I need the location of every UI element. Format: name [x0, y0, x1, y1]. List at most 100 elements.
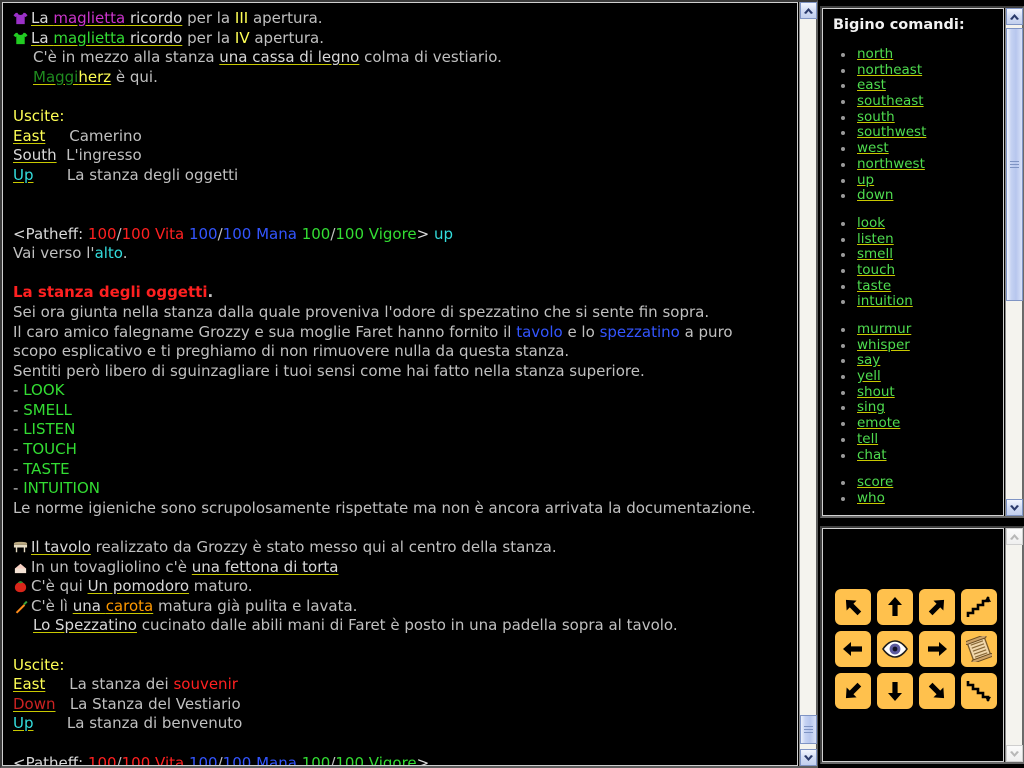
command-list-item: southeast: [831, 94, 997, 110]
game-text-span: TOUCH: [23, 440, 77, 458]
command-link-intuition[interactable]: intuition: [857, 293, 913, 309]
game-text-span: >: [417, 754, 430, 766]
nav-button-northwest[interactable]: [835, 589, 871, 625]
command-link-yell[interactable]: yell: [857, 368, 881, 384]
command-link-northeast[interactable]: northeast: [857, 62, 922, 78]
game-text-link[interactable]: La: [31, 29, 53, 47]
game-text-link[interactable]: Down: [13, 695, 56, 713]
command-list-item: touch: [831, 263, 997, 279]
game-text-span: per la: [182, 29, 235, 47]
game-text-link[interactable]: Lo Spezzatino: [33, 616, 137, 634]
commands-scroll-up-button[interactable]: [1006, 8, 1023, 25]
command-link-smell[interactable]: smell: [857, 246, 893, 262]
command-link-listen[interactable]: listen: [857, 231, 894, 247]
command-group-3: scorewho: [831, 475, 997, 506]
nav-scroll-down-button[interactable]: [1006, 745, 1023, 762]
game-text-span: matura già pulita e lavata.: [153, 597, 357, 615]
game-text-link[interactable]: una: [73, 597, 106, 615]
main-output-scroll-area[interactable]: La maglietta ricordo per la III apertura…: [2, 2, 798, 766]
game-text-link[interactable]: East: [13, 675, 45, 693]
game-text-link[interactable]: Maggi: [33, 68, 78, 86]
command-link-whisper[interactable]: whisper: [857, 337, 910, 353]
game-text-span: LISTEN: [23, 420, 75, 438]
game-text-link[interactable]: una fettona di torta: [192, 558, 339, 576]
command-link-look[interactable]: look: [857, 215, 885, 231]
game-text-link[interactable]: Un pomodoro: [88, 577, 189, 595]
commands-scroll-area[interactable]: Bigino comandi: northnortheasteastsouthe…: [822, 8, 1004, 516]
command-link-up[interactable]: up: [857, 172, 874, 188]
game-text-link[interactable]: South: [13, 146, 57, 164]
command-list-item: emote: [831, 416, 997, 432]
game-text-link[interactable]: carota: [106, 597, 154, 615]
commands-vertical-scrollbar[interactable]: [1005, 8, 1022, 516]
right-column: Bigino comandi: northnortheasteastsouthe…: [820, 0, 1024, 768]
game-text-span: 100: [302, 754, 331, 766]
command-list-item: down: [831, 188, 997, 204]
command-link-say[interactable]: say: [857, 352, 880, 368]
command-link-southwest[interactable]: southwest: [857, 124, 926, 140]
game-text-link[interactable]: Up: [13, 714, 34, 732]
game-text-span: Il caro amico falegname Grozzy e sua mog…: [13, 323, 516, 341]
command-link-tell[interactable]: tell: [857, 431, 878, 447]
game-text-link[interactable]: Il tavolo: [31, 538, 91, 556]
nav-button-look[interactable]: [877, 631, 913, 667]
game-text-span: IV: [235, 29, 250, 47]
nav-button-down[interactable]: [961, 673, 997, 709]
nav-button-score[interactable]: [961, 631, 997, 667]
command-link-southeast[interactable]: southeast: [857, 93, 924, 109]
command-link-taste[interactable]: taste: [857, 278, 891, 294]
command-link-west[interactable]: west: [857, 140, 889, 156]
command-link-sing[interactable]: sing: [857, 399, 885, 415]
game-text-link[interactable]: East: [13, 127, 45, 145]
game-text-span: -: [13, 420, 23, 438]
command-link-north[interactable]: north: [857, 46, 893, 62]
command-link-northwest[interactable]: northwest: [857, 156, 925, 172]
command-link-who[interactable]: who: [857, 490, 885, 506]
nav-button-up[interactable]: [961, 589, 997, 625]
command-link-touch[interactable]: touch: [857, 262, 895, 278]
command-link-south[interactable]: south: [857, 109, 895, 125]
game-text-link[interactable]: La: [31, 9, 53, 27]
nav-button-northeast[interactable]: [919, 589, 955, 625]
scroll-up-button[interactable]: [800, 2, 817, 19]
scroll-down-button[interactable]: [800, 749, 817, 766]
game-text-link[interactable]: una cassa di legno: [219, 48, 359, 66]
nav-scroll-up-button[interactable]: [1006, 528, 1023, 545]
command-link-down[interactable]: down: [857, 187, 893, 203]
nav-button-east[interactable]: [919, 631, 955, 667]
commands-scroll-thumb[interactable]: [1006, 28, 1023, 301]
scroll-thumb[interactable]: [800, 715, 817, 744]
command-list-item: murmur: [831, 322, 997, 338]
navigation-panel: [820, 526, 1024, 764]
nav-button-southeast[interactable]: [919, 673, 955, 709]
game-text-span: -: [13, 381, 23, 399]
game-text-link[interactable]: herz: [78, 68, 111, 86]
commands-body: Bigino comandi: northnortheasteastsouthe…: [823, 9, 1003, 507]
game-text-link[interactable]: Up: [13, 166, 34, 184]
main-output-pane: La maglietta ricordo per la III apertura…: [0, 0, 818, 768]
stairs-up-icon: [966, 594, 992, 620]
main-vertical-scrollbar[interactable]: [799, 2, 816, 766]
command-link-shout[interactable]: shout: [857, 384, 895, 400]
game-text-link[interactable]: ricordo: [125, 29, 182, 47]
navigation-vertical-scrollbar[interactable]: [1005, 528, 1022, 762]
game-text-link[interactable]: ricordo: [125, 9, 182, 27]
command-link-score[interactable]: score: [857, 474, 893, 490]
command-link-murmur[interactable]: murmur: [857, 321, 911, 337]
commands-scroll-down-button[interactable]: [1006, 499, 1023, 516]
nav-button-north[interactable]: [877, 589, 913, 625]
game-text-span: è qui.: [111, 68, 158, 86]
command-list-item: west: [831, 141, 997, 157]
game-text-span: alto: [95, 244, 123, 262]
nav-button-south[interactable]: [877, 673, 913, 709]
command-link-east[interactable]: east: [857, 77, 886, 93]
game-text-span: scopo esplicativo e ti preghiamo di non …: [13, 342, 569, 360]
game-text-link[interactable]: maglietta: [53, 29, 125, 47]
nav-button-southwest[interactable]: [835, 673, 871, 709]
game-text-span: per la: [182, 9, 235, 27]
nav-button-west[interactable]: [835, 631, 871, 667]
command-link-chat[interactable]: chat: [857, 447, 887, 463]
command-link-emote[interactable]: emote: [857, 415, 900, 431]
game-text-link[interactable]: maglietta: [53, 9, 125, 27]
game-text-span: 100 Mana: [223, 225, 297, 243]
